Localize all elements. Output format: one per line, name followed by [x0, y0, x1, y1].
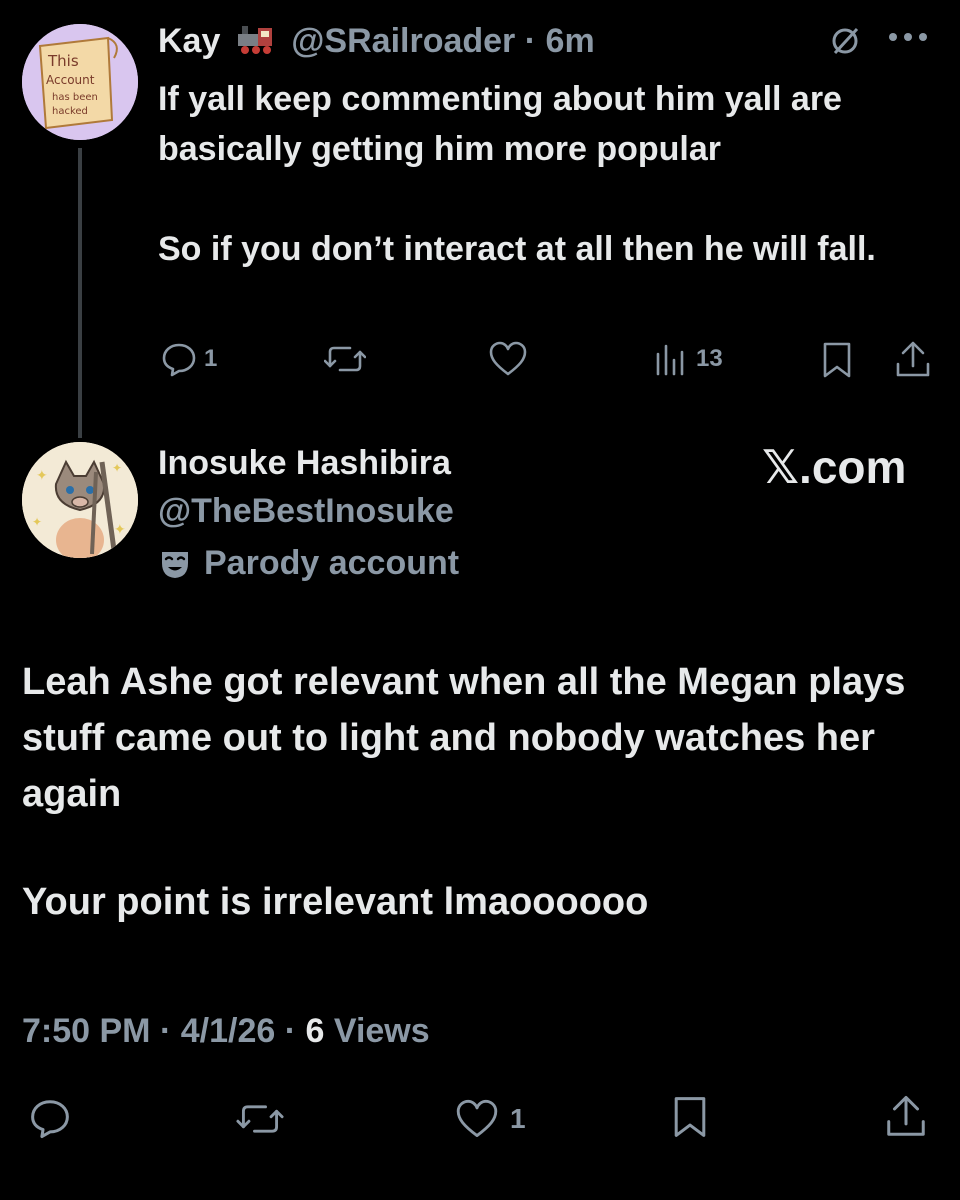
- meta-separator: ·: [284, 1012, 297, 1050]
- parody-mask-icon: [158, 547, 192, 581]
- reply-separator: ·: [524, 22, 537, 60]
- tweet-date[interactable]: 4/1/26: [181, 1012, 276, 1050]
- views-label: Views: [333, 1012, 430, 1050]
- avatar-text-2: Account: [46, 73, 95, 87]
- reply-views-count: 13: [696, 345, 723, 372]
- heart-icon: [456, 1099, 498, 1138]
- avatar-text-4: hacked: [52, 106, 88, 117]
- reply-reply-count: 1: [204, 345, 218, 372]
- main-paragraph: Leah Ashe got relevant when all the Mega…: [22, 661, 906, 815]
- main-share-button[interactable]: [884, 1094, 928, 1140]
- main-like-button[interactable]: 1: [454, 1098, 526, 1140]
- share-icon: [896, 341, 930, 377]
- reply-icon: [162, 343, 196, 377]
- tweet-meta: 7:50 PM · 4/1/26 · 6 Views: [22, 1012, 430, 1051]
- main-paragraph: Your point is irrelevant lmaoooooo: [22, 881, 649, 923]
- main-reply-button[interactable]: [28, 1096, 72, 1140]
- svg-text:✦: ✦: [36, 468, 48, 484]
- main-handle[interactable]: @TheBestInosuke: [158, 492, 454, 531]
- reply-retweet-button[interactable]: [324, 340, 366, 378]
- share-icon: [887, 1095, 925, 1136]
- svg-text:✦: ✦: [32, 515, 42, 529]
- bookmark-icon: [823, 342, 851, 378]
- retweet-icon: [236, 1105, 284, 1133]
- main-body: Leah Ashe got relevant when all the Mega…: [22, 654, 942, 930]
- reply-paragraph: So if you don’t interact at all then he …: [158, 230, 876, 268]
- reply-icon: [31, 1100, 69, 1139]
- reply-display-name[interactable]: Kay: [158, 22, 220, 60]
- views-icon: [656, 344, 684, 376]
- reply-reply-button[interactable]: 1: [160, 340, 217, 378]
- main-like-count: 1: [510, 1103, 526, 1134]
- reply-like-button[interactable]: [488, 340, 528, 378]
- avatar-text-1: This: [47, 52, 79, 70]
- main-bookmark-button[interactable]: [670, 1094, 710, 1140]
- reply-header: Kay @SRailroader · 6m: [158, 22, 595, 61]
- parody-label: Parody account: [204, 544, 460, 582]
- tweet-time[interactable]: 7:50 PM: [22, 1012, 151, 1050]
- thread-line: [78, 148, 82, 438]
- reply-handle[interactable]: @SRailroader: [291, 22, 515, 60]
- reply-views-button[interactable]: 13: [654, 340, 723, 378]
- reply-paragraph: If yall keep commenting about him yall a…: [158, 80, 842, 168]
- avatar-text-3: has been: [52, 92, 98, 103]
- train-icon: [236, 22, 276, 56]
- meta-separator: ·: [159, 1012, 172, 1050]
- main-retweet-button[interactable]: [236, 1098, 284, 1140]
- views-count: 6: [305, 1012, 325, 1050]
- grok-icon[interactable]: [830, 26, 860, 56]
- svg-text:✦: ✦: [112, 461, 122, 475]
- parody-badge: Parody account: [158, 544, 459, 583]
- bookmark-icon: [674, 1097, 706, 1137]
- reply-bookmark-button[interactable]: [820, 340, 854, 380]
- inosuke-avatar[interactable]: ✦ ✦ ✦ ✦: [22, 442, 138, 558]
- svg-text:✦: ✦: [114, 522, 126, 538]
- reply-time[interactable]: 6m: [546, 22, 595, 60]
- heart-icon: [489, 341, 527, 376]
- retweet-icon: [324, 346, 366, 372]
- xcom-watermark: 𝕏.com: [762, 441, 907, 493]
- main-display-name[interactable]: Inosuke Hashibira: [158, 444, 451, 483]
- more-options-icon[interactable]: [886, 30, 930, 44]
- reply-share-button[interactable]: [894, 340, 932, 380]
- reply-body: If yall keep commenting about him yall a…: [158, 74, 928, 274]
- kay-avatar[interactable]: This Account has been hacked: [22, 24, 138, 140]
